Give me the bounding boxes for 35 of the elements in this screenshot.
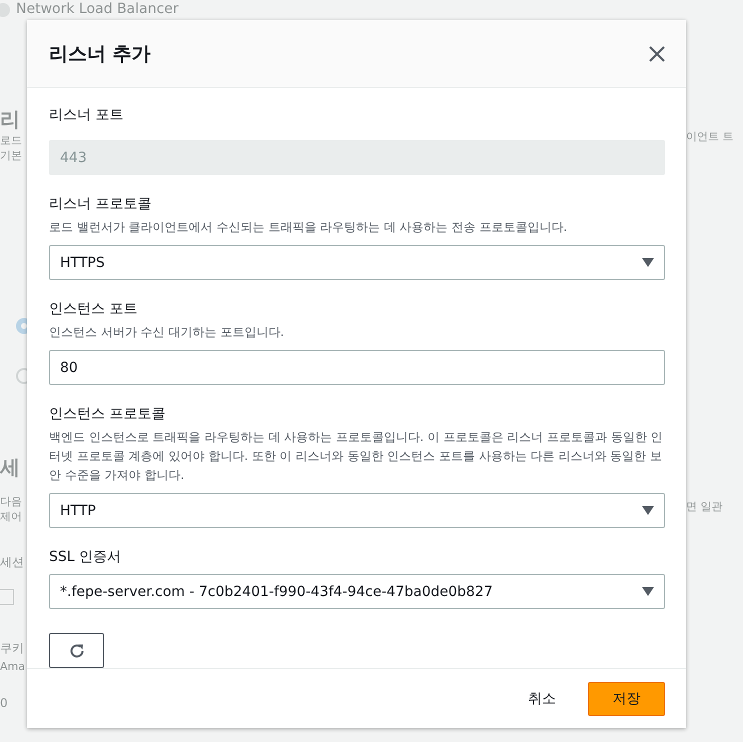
field-label: 리스너 포트 (49, 106, 124, 124)
field-label: SSL 인증서 (49, 548, 122, 566)
background-text: 쿠키 (0, 640, 24, 657)
background-text: 리 (0, 106, 20, 133)
input-field: 443 (49, 140, 665, 176)
caret-icon (642, 258, 654, 268)
background-text: 로드 (0, 133, 22, 148)
background-text: 세션 (0, 554, 24, 571)
input-field[interactable]: 80 (49, 350, 665, 386)
caret-icon (642, 587, 654, 596)
caret-icon (642, 506, 654, 516)
background-text: 다음 (0, 494, 22, 509)
refresh-button[interactable] (49, 633, 104, 668)
checkbox[interactable] (0, 589, 14, 605)
background-text: 기본 (0, 148, 22, 163)
select-dropdown[interactable]: HTTP (49, 493, 665, 528)
field-label: 리스너 프로토콜 (49, 195, 152, 214)
field-description: 로드 밸런서가 클라이언트에서 수신되는 트래픽을 라우팅하는 데 사용하는 전송 프로토콜입니다. (49, 219, 568, 236)
field-label: 인스턴스 포트 (49, 300, 138, 318)
background-text: Ama (0, 660, 25, 673)
dialog-title: 리스너 추가 (49, 42, 151, 67)
select-dropdown[interactable]: HTTPS (49, 245, 665, 280)
background-text: 제어 (0, 509, 22, 524)
field-description: 백엔드 인스턴스로 트래픽을 라우팅하는 데 사용하는 프로토콜입니다. 이 프로토콜은 리스너 프로토콜과 동일한 인터넷 프로토콜 계층에 있어야 합니다. 또한 이 리스너와 동일한 인스턴스 포트를 사용하는 다른 리스너와 동일한 보안 수준을 가져야 합니다. (49, 429, 664, 484)
refresh-icon (68, 642, 86, 660)
background-text: 0 (0, 696, 8, 710)
cancel-button[interactable]: 취소 (510, 682, 574, 716)
select-dropdown[interactable]: *.fepe-server.com - 7c0b2401-f990-43f4-94ce-47ba0de0b827 (49, 574, 665, 610)
field-label: 인스턴스 프로토콜 (49, 405, 166, 424)
page-title: Network Load Balancer (16, 1, 179, 18)
field-description: 인스턴스 서버가 수신 대기하는 포트입니다. (49, 324, 286, 342)
background-text: 면 일관 (686, 499, 722, 514)
close-icon[interactable] (648, 44, 666, 63)
background-text: 이언트 트 (686, 129, 734, 144)
save-button[interactable]: 저장 (588, 682, 665, 716)
